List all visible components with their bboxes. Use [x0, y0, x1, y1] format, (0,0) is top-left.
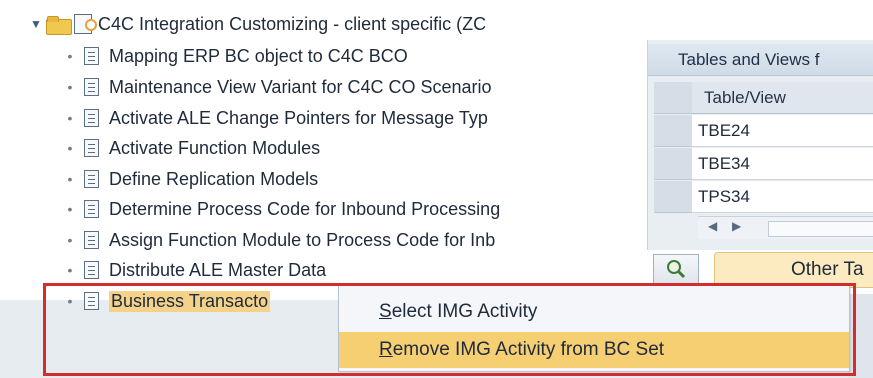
- find-button[interactable]: [653, 254, 699, 284]
- tree-item-label: Activate ALE Change Pointers for Message…: [109, 107, 488, 128]
- tree-item-label: Assign Function Module to Process Code f…: [109, 229, 496, 250]
- tree-item-label: Determine Process Code for Inbound Proce…: [109, 198, 501, 219]
- document-icon: [84, 109, 99, 127]
- tree-item[interactable]: • Define Replication Models: [60, 165, 319, 193]
- tree-item[interactable]: • Activate Function Modules: [60, 134, 321, 162]
- bullet-icon: •: [67, 232, 73, 248]
- bullet-icon: •: [67, 110, 73, 126]
- bullet-icon: •: [67, 79, 73, 95]
- tree-root-node[interactable]: ▼ C4C Integration Customizing - client s…: [30, 10, 486, 38]
- tree-item-label: Maintenance View Variant for C4C CO Scen…: [109, 76, 492, 97]
- tree-item[interactable]: • Distribute ALE Master Data: [60, 256, 327, 284]
- tree-item[interactable]: • Mapping ERP BC object to C4C BCO: [60, 42, 408, 70]
- scroll-right-icon[interactable]: ▶: [732, 219, 741, 233]
- customizing-icon: [74, 14, 97, 34]
- bullet-icon: •: [67, 262, 73, 278]
- tree-item[interactable]: • Maintenance View Variant for C4C CO Sc…: [60, 73, 492, 101]
- scroll-track[interactable]: [768, 221, 873, 237]
- column-header-table-view[interactable]: Table/View: [692, 82, 873, 114]
- row-selector[interactable]: [654, 181, 692, 213]
- table-row[interactable]: TBE34: [692, 148, 873, 180]
- document-icon: [84, 261, 99, 279]
- tree-item[interactable]: • Activate ALE Change Pointers for Messa…: [60, 104, 488, 132]
- document-icon: [84, 170, 99, 188]
- bullet-icon: •: [67, 201, 73, 217]
- tree-root-label: C4C Integration Customizing - client spe…: [98, 13, 487, 34]
- tree-item[interactable]: • Determine Process Code for Inbound Pro…: [60, 195, 501, 223]
- tree-item-label: Mapping ERP BC object to C4C BCO: [109, 45, 408, 66]
- document-icon: [84, 200, 99, 218]
- table-row[interactable]: TPS34: [692, 181, 873, 213]
- row-selector[interactable]: [654, 115, 692, 147]
- expand-arrow-icon[interactable]: ▼: [30, 17, 46, 31]
- find-icon: [667, 260, 686, 279]
- img-tree: ▼ C4C Integration Customizing - client s…: [0, 0, 645, 300]
- folder-icon: [46, 15, 72, 35]
- row-selector[interactable]: [654, 148, 692, 180]
- bullet-icon: •: [67, 48, 73, 64]
- document-icon: [84, 78, 99, 96]
- annotation-highlight-frame: [43, 283, 856, 376]
- tree-item-label: Define Replication Models: [109, 168, 319, 189]
- document-icon: [84, 231, 99, 249]
- horizontal-scrollbar[interactable]: ◀ ▶: [698, 216, 873, 239]
- tree-item-label: Activate Function Modules: [109, 137, 321, 158]
- bullet-icon: •: [67, 140, 73, 156]
- panel-title: Tables and Views f: [648, 44, 873, 76]
- scroll-left-icon[interactable]: ◀: [708, 219, 717, 233]
- tree-item[interactable]: • Assign Function Module to Process Code…: [60, 226, 496, 254]
- document-icon: [84, 139, 99, 157]
- tables-views-panel: Tables and Views f Table/View TBE24 TBE3…: [647, 40, 873, 250]
- table-row[interactable]: TBE24: [692, 115, 873, 147]
- document-icon: [84, 47, 99, 65]
- bullet-icon: •: [67, 171, 73, 187]
- tree-item-label: Distribute ALE Master Data: [109, 259, 327, 280]
- header-selector[interactable]: [654, 82, 692, 114]
